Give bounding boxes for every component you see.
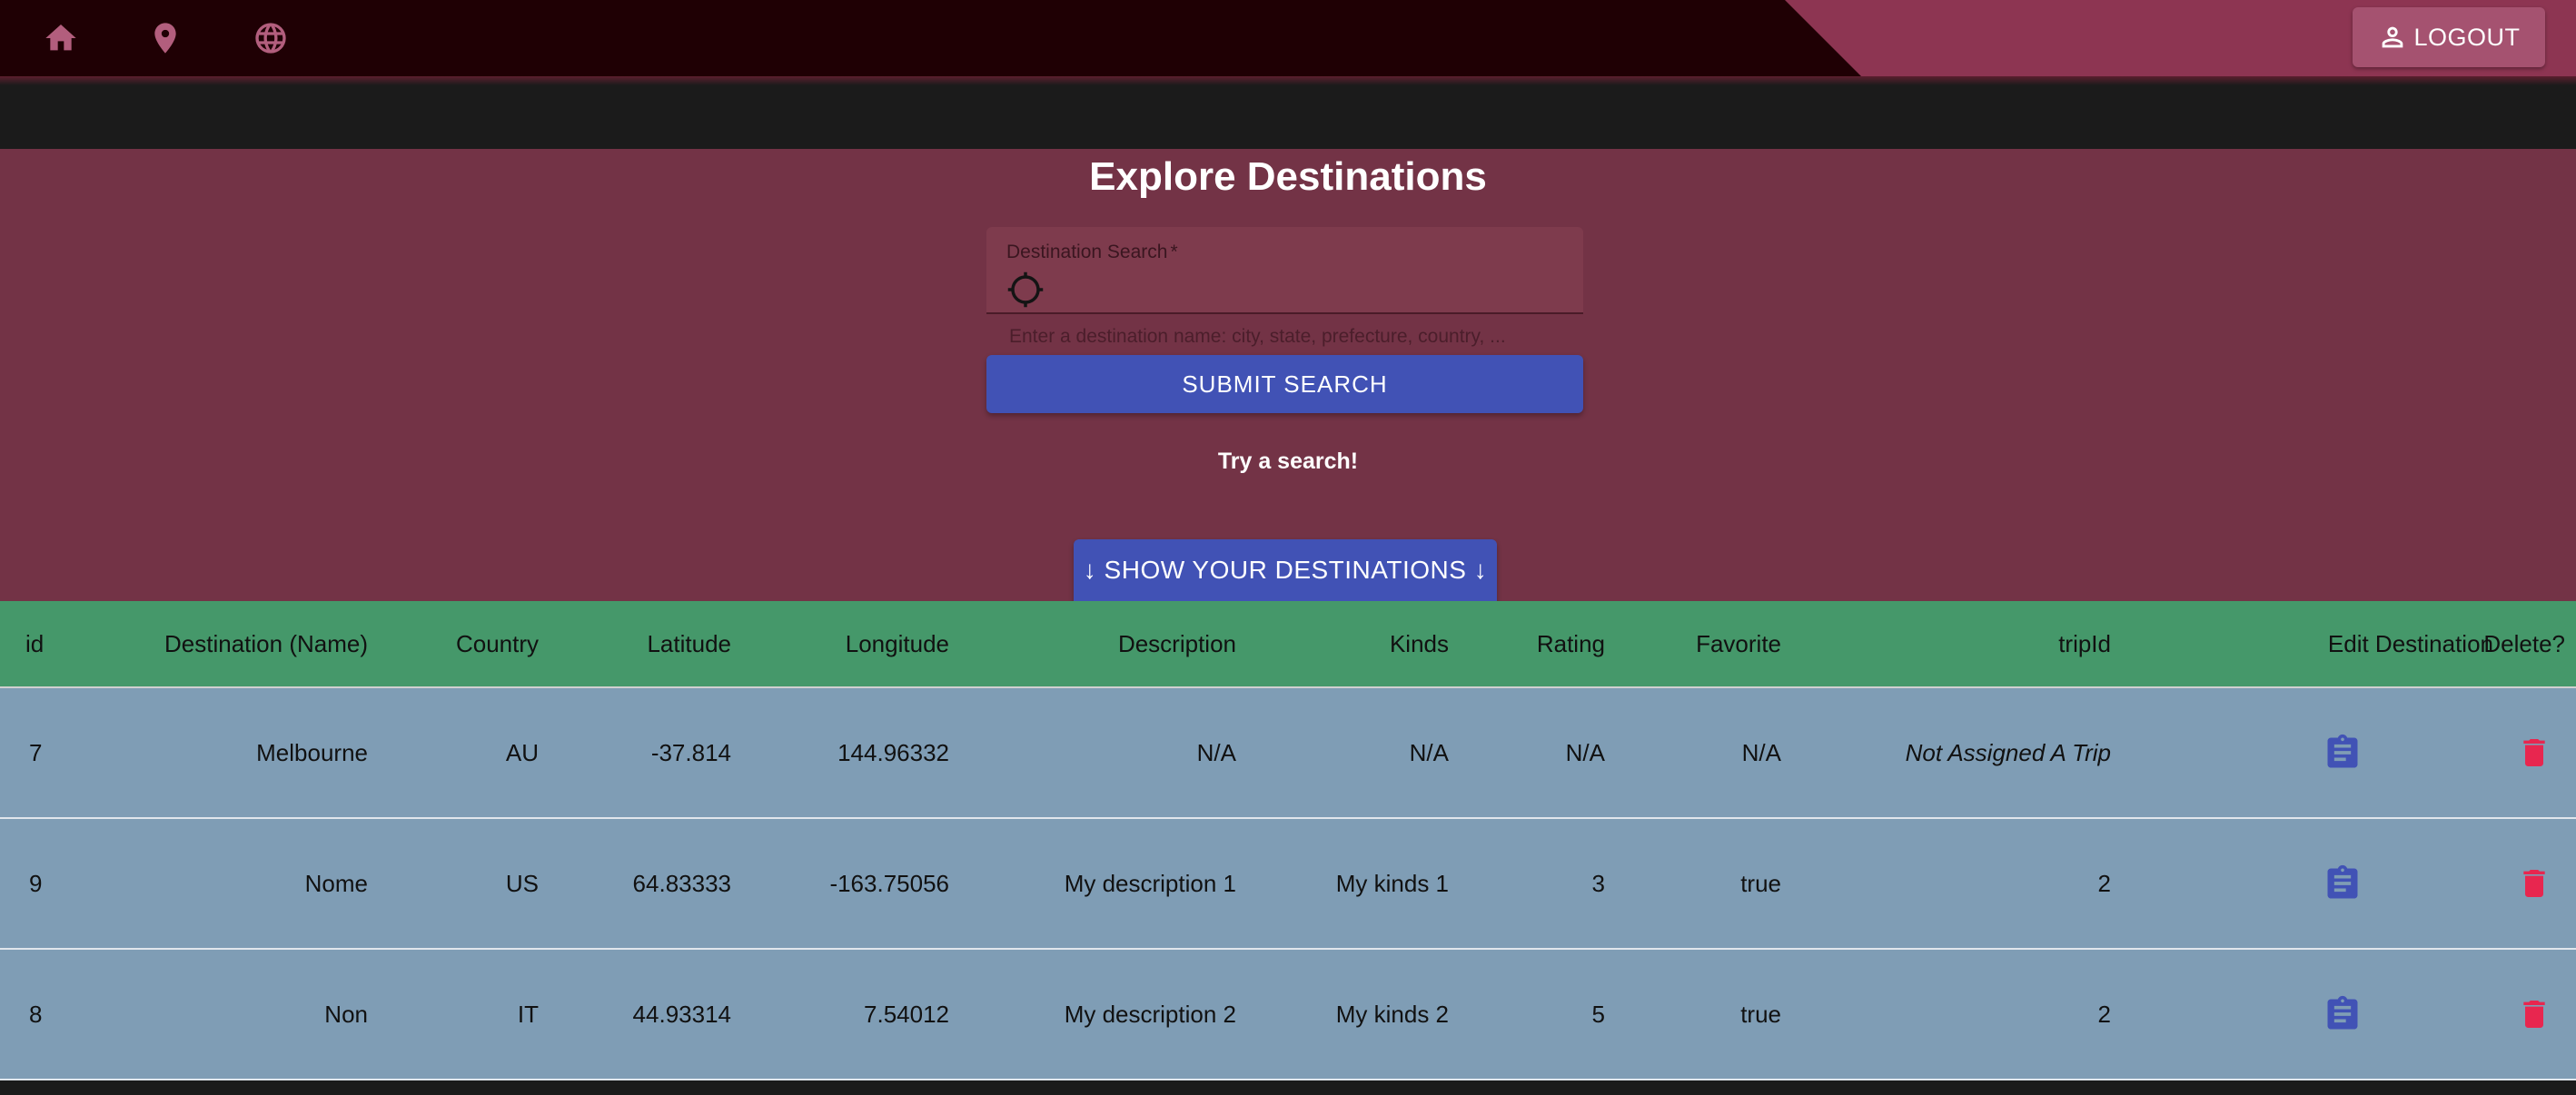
cell-edit [2130, 950, 2493, 1079]
trash-icon[interactable] [2516, 865, 2552, 902]
app-bar: LOGOUT [0, 0, 2576, 76]
destinations-table: id Destination (Name) Country Latitude L… [0, 601, 2576, 1080]
cell-description: My description 1 [1064, 869, 1236, 897]
cell-country: IT [517, 1000, 539, 1028]
cell-country: US [505, 869, 539, 897]
cell-rating: N/A [1565, 738, 1605, 766]
cell-delete [2443, 688, 2565, 817]
submit-search-button[interactable]: SUBMIT SEARCH [986, 355, 1583, 413]
person-icon [2383, 26, 2403, 48]
clipboard-edit-icon[interactable] [2323, 994, 2363, 1034]
header-rating[interactable]: Rating [1462, 601, 1605, 686]
cell-id: 8 [29, 1000, 43, 1028]
search-input[interactable] [1055, 272, 1564, 305]
cell-description: N/A [1196, 738, 1236, 766]
cell-description: My description 2 [1064, 1000, 1236, 1028]
trash-icon[interactable] [2516, 996, 2552, 1032]
header-latitude[interactable]: Latitude [545, 601, 731, 686]
cell-longitude: 144.96332 [837, 738, 949, 766]
page-title: Explore Destinations [1089, 154, 1487, 199]
trash-icon[interactable] [2516, 735, 2552, 771]
destination-search-field[interactable]: Destination Search * [986, 227, 1583, 314]
cell-id: 9 [29, 869, 43, 897]
header-trip-id[interactable]: tripId [1798, 601, 2111, 686]
clipboard-edit-icon[interactable] [2323, 733, 2363, 773]
required-marker: * [1170, 242, 1178, 262]
header-edit: Edit Destination [2327, 629, 2493, 657]
search-label: Destination Search * [1006, 242, 1178, 262]
header-longitude[interactable]: Longitude [745, 601, 949, 686]
cell-delete [2443, 819, 2565, 948]
cell-edit [2130, 819, 2493, 948]
cell-trip-id: 2 [2097, 1000, 2111, 1028]
header-id[interactable]: id [25, 601, 98, 686]
cell-delete [2443, 950, 2565, 1079]
cell-kinds: My kinds 1 [1335, 869, 1449, 897]
cell-longitude: -163.75056 [829, 869, 949, 897]
header-country[interactable]: Country [381, 601, 539, 686]
search-helper-text: Enter a destination name: city, state, p… [1009, 326, 1506, 347]
home-icon[interactable] [39, 16, 83, 60]
cell-edit [2130, 688, 2493, 817]
cell-longitude: 7.54012 [864, 1000, 949, 1028]
cell-name: Melbourne [256, 738, 368, 766]
header-kinds[interactable]: Kinds [1253, 601, 1449, 686]
cell-trip-id: Not Assigned A Trip [1905, 738, 2111, 766]
table-row: 7 Melbourne AU -37.814 144.96332 N/A N/A… [0, 688, 2576, 819]
cell-country: AU [505, 738, 539, 766]
cell-kinds: N/A [1409, 738, 1449, 766]
clipboard-edit-icon[interactable] [2323, 863, 2363, 903]
header-description[interactable]: Description [963, 601, 1236, 686]
cell-trip-id: 2 [2097, 869, 2111, 897]
cell-name: Nome [304, 869, 368, 897]
table-header: id Destination (Name) Country Latitude L… [0, 601, 2576, 688]
explore-section: Explore Destinations Destination Search *… [0, 149, 2576, 601]
cell-name: Non [324, 1000, 368, 1028]
table-row: 8 Non IT 44.93314 7.54012 My description… [0, 950, 2576, 1080]
cell-id: 7 [29, 738, 43, 766]
app-bar-shadow [0, 76, 2576, 85]
cell-rating: 3 [1591, 869, 1605, 897]
header-favorite[interactable]: Favorite [1617, 601, 1781, 686]
logout-label: LOGOUT [2413, 23, 2521, 51]
show-destinations-button[interactable]: ↓ SHOW YOUR DESTINATIONS ↓ [1074, 539, 1497, 601]
globe-icon[interactable] [249, 16, 292, 60]
search-status-text: Try a search! [1217, 449, 1359, 474]
cell-rating: 5 [1591, 1000, 1605, 1028]
logout-button[interactable]: LOGOUT [2353, 7, 2545, 67]
cell-latitude: -37.814 [650, 738, 731, 766]
cell-latitude: 44.93314 [632, 1000, 731, 1028]
cell-favorite: N/A [1741, 738, 1781, 766]
crosshair-icon [1006, 271, 1045, 309]
cell-favorite: true [1740, 1000, 1781, 1028]
toolbar-spacer [0, 85, 2576, 149]
table-row: 9 Nome US 64.83333 -163.75056 My descrip… [0, 819, 2576, 950]
location-pin-icon[interactable] [144, 16, 187, 60]
cell-favorite: true [1740, 869, 1781, 897]
header-name[interactable]: Destination (Name) [91, 601, 368, 686]
cell-kinds: My kinds 2 [1335, 1000, 1449, 1028]
header-delete: Delete? [2483, 629, 2565, 657]
cell-latitude: 64.83333 [632, 869, 731, 897]
